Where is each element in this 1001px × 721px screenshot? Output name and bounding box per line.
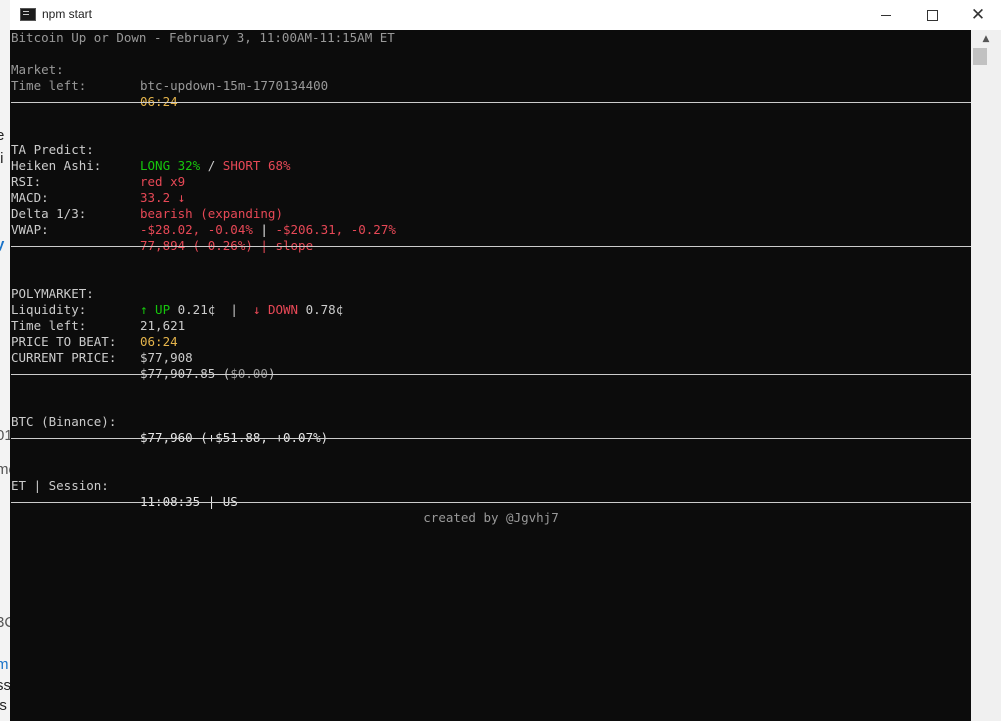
liquidity-value: 21,621 [140,318,186,333]
up-label: ↑ UP [140,302,171,317]
current-price-row: CURRENT PRICE: $77,907.85 ($0.00) [11,334,275,381]
time-left-row: Time left: 06:24 [11,62,178,109]
bg-fragment: y [0,236,5,253]
vwap-row: VWAP: 77,894 (-0.26%) | slope [11,206,313,253]
binance-row: BTC (Binance): $77,960 (+$51.88, +0.07%) [11,398,328,445]
bg-fragment: is [0,697,7,714]
heiken-row: Heiken Ashi: red x9 [11,142,185,189]
down-label: ↓ DOWN [252,302,299,317]
ta-slash: / [200,158,223,173]
session-row: ET | Session: 11:08:35 | US [11,462,238,509]
bg-fragment: ti [0,150,4,167]
console-window: npm start ✕ Bitcoin Up or Down - Februar… [10,0,1001,721]
poly-divider: | [215,302,253,317]
scroll-up-arrow-icon[interactable]: ▲ [971,30,1001,47]
separator [11,438,971,439]
separator [11,502,971,503]
market-title: Bitcoin Up or Down - February 3, 11:00AM… [11,30,395,45]
separator [11,102,971,103]
rsi-row: RSI: 33.2 ↓ [11,158,185,205]
console-output: Bitcoin Up or Down - February 3, 11:00AM… [11,30,971,721]
market-value: btc-updown-15m-1770134400 [140,78,329,93]
window-title: npm start [42,7,93,21]
scrollbar-thumb[interactable] [973,48,987,65]
ta-predict-row: TA Predict: LONG 32% / SHORT 68% [11,126,291,173]
close-button[interactable]: ✕ [955,0,1001,30]
rsi-value: 33.2 ↓ [140,190,186,205]
separator [11,246,971,247]
bg-fragment: e [0,127,5,144]
up-value: 0.21¢ [170,302,216,317]
delta-separator: | [252,222,276,237]
console-app-icon [20,8,36,21]
binance-label: BTC (Binance): [11,414,117,429]
vertical-scrollbar[interactable]: ▲ [971,30,1001,721]
poly-time-left-value: 06:24 [140,334,178,349]
market-row: Market: btc-updown-15m-1770134400 [11,46,328,93]
separator [11,374,971,375]
ta-short: SHORT 68% [222,158,291,173]
maximize-button[interactable] [909,0,955,30]
bg-fragment: m [0,656,9,673]
liquidity-row: Liquidity: 21,621 [11,286,185,333]
macd-value: bearish (expanding) [140,206,283,221]
delta-long-value: -$206.31, -0.27% [275,222,396,237]
delta-row: Delta 1/3: -$28.02, -0.04% | -$206.31, -… [11,190,396,237]
vwap-label: VWAP: [11,222,49,237]
current-price-label: CURRENT PRICE: [11,350,117,365]
down-value: 0.78¢ [298,302,344,317]
price-to-beat-row: PRICE TO BEAT: $77,908 [11,318,193,365]
heiken-value: red x9 [140,174,186,189]
session-label: ET | Session: [11,478,109,493]
title-bar[interactable]: npm start ✕ [10,0,1001,30]
polymarket-row: POLYMARKET: ↑ UP 0.21¢ | ↓ DOWN 0.78¢ [11,270,343,317]
ta-long: LONG 32% [140,158,201,173]
minimize-button[interactable] [863,0,909,30]
macd-row: MACD: bearish (expanding) [11,174,283,221]
time-left-label: Time left: [11,78,87,93]
delta-short-value: -$28.02, -0.04% [140,222,253,237]
price-to-beat-value: $77,908 [140,350,193,365]
poly-time-left-row: Time left: 06:24 [11,302,178,349]
credit-footer: created by @Jgvhj7 [423,510,559,525]
